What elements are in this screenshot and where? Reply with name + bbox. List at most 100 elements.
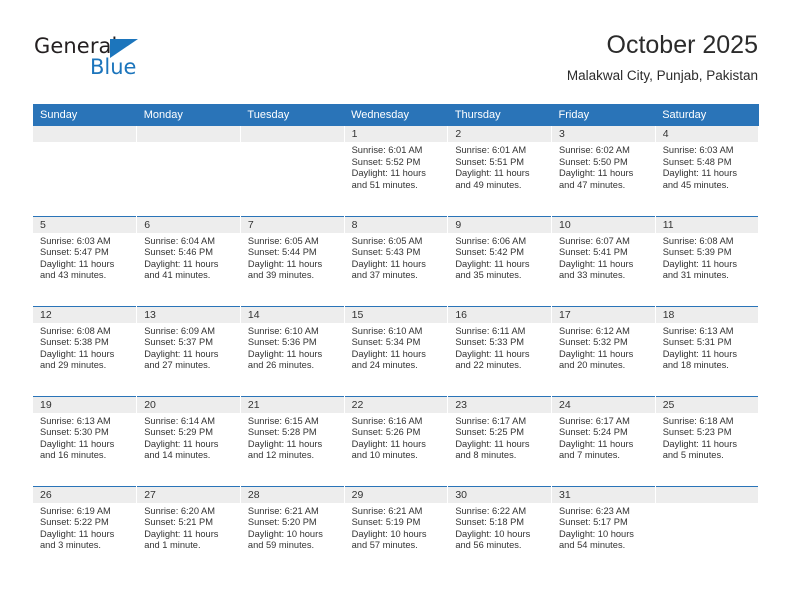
day-number [33,126,137,142]
daylight-text-line1: Daylight: 10 hours [559,528,634,539]
daylight-text-line2: and 31 minutes. [662,270,729,281]
day-cell[interactable]: 12 Sunrise: 6:08 AM Sunset: 5:38 PM Dayl… [33,305,138,396]
sunset-text: Sunset: 5:34 PM [351,337,421,348]
day-cell[interactable]: 22 Sunrise: 6:16 AM Sunset: 5:26 PM Dayl… [344,395,449,486]
day-number: 6 [137,216,240,233]
sunset-text: Sunset: 5:21 PM [144,517,213,528]
daylight-text-line2: and 7 minutes. [559,450,620,461]
day-cell[interactable]: 23 Sunrise: 6:17 AM Sunset: 5:25 PM Dayl… [447,395,553,486]
day-cell[interactable]: 28 Sunrise: 6:21 AM Sunset: 5:20 PM Dayl… [240,485,345,576]
day-cell[interactable]: 4 Sunrise: 6:03 AM Sunset: 5:48 PM Dayli… [655,126,760,216]
sunset-text: Sunset: 5:48 PM [662,156,732,167]
day-cell[interactable]: 5 Sunrise: 6:03 AM Sunset: 5:47 PM Dayli… [33,215,138,306]
day-cell[interactable]: 19 Sunrise: 6:13 AM Sunset: 5:30 PM Dayl… [33,395,138,486]
day-number: 30 [448,486,552,503]
day-cell[interactable]: 2 Sunrise: 6:01 AM Sunset: 5:51 PM Dayli… [447,126,553,216]
daylight-text-line1: Daylight: 11 hours [144,348,219,359]
day-cell[interactable]: 11 Sunrise: 6:08 AM Sunset: 5:39 PM Dayl… [655,215,760,306]
day-number: 7 [240,216,344,233]
daylight-text-line1: Daylight: 11 hours [351,348,426,359]
day-details: Sunrise: 6:09 AM Sunset: 5:37 PM Dayligh… [137,323,240,372]
weekday-header-tuesday: Tuesday [240,104,345,126]
day-cell[interactable]: 10 Sunrise: 6:07 AM Sunset: 5:41 PM Dayl… [551,215,656,306]
sunrise-text: Sunrise: 6:13 AM [40,415,111,426]
sunset-text: Sunset: 5:25 PM [455,427,525,438]
title-block: October 2025 Malakwal City, Punjab, Paki… [567,30,758,83]
sunset-text: Sunset: 5:50 PM [559,156,628,167]
day-details: Sunrise: 6:14 AM Sunset: 5:29 PM Dayligh… [137,413,240,462]
day-cell[interactable]: 31 Sunrise: 6:23 AM Sunset: 5:17 PM Dayl… [551,485,656,576]
day-number: 16 [448,306,552,323]
day-cell[interactable]: 30 Sunrise: 6:22 AM Sunset: 5:18 PM Dayl… [447,485,553,576]
day-number: 11 [655,216,759,233]
day-cell[interactable]: 13 Sunrise: 6:09 AM Sunset: 5:37 PM Dayl… [136,305,241,396]
sunset-text: Sunset: 5:32 PM [559,337,628,348]
daylight-text-line1: Daylight: 10 hours [247,528,323,539]
day-details: Sunrise: 6:21 AM Sunset: 5:19 PM Dayligh… [345,503,448,552]
day-cell[interactable]: 6 Sunrise: 6:04 AM Sunset: 5:46 PM Dayli… [136,215,241,306]
day-cell [240,126,345,216]
daylight-text-line1: Daylight: 11 hours [559,168,634,179]
day-cell[interactable]: 24 Sunrise: 6:17 AM Sunset: 5:24 PM Dayl… [551,395,656,486]
day-cell[interactable]: 9 Sunrise: 6:06 AM Sunset: 5:42 PM Dayli… [447,215,553,306]
daylight-text-line1: Daylight: 11 hours [455,348,530,359]
day-cell[interactable]: 20 Sunrise: 6:14 AM Sunset: 5:29 PM Dayl… [136,395,241,486]
day-number: 25 [655,396,759,413]
day-cell[interactable]: 17 Sunrise: 6:12 AM Sunset: 5:32 PM Dayl… [551,305,656,396]
day-cell[interactable]: 14 Sunrise: 6:10 AM Sunset: 5:36 PM Dayl… [240,305,345,396]
day-cell[interactable]: 8 Sunrise: 6:05 AM Sunset: 5:43 PM Dayli… [344,215,449,306]
day-details: Sunrise: 6:18 AM Sunset: 5:23 PM Dayligh… [656,413,759,462]
calendar-week-row: 26 Sunrise: 6:19 AM Sunset: 5:22 PM Dayl… [33,485,760,576]
day-details: Sunrise: 6:06 AM Sunset: 5:42 PM Dayligh… [448,233,551,282]
sunset-text: Sunset: 5:29 PM [144,427,213,438]
daylight-text-line1: Daylight: 11 hours [144,528,219,539]
daylight-text-line2: and 8 minutes. [455,450,517,461]
sunset-text: Sunset: 5:23 PM [662,427,732,438]
day-number [655,486,759,503]
sunrise-text: Sunrise: 6:21 AM [351,505,423,516]
day-details: Sunrise: 6:19 AM Sunset: 5:22 PM Dayligh… [33,503,136,552]
day-cell[interactable]: 15 Sunrise: 6:10 AM Sunset: 5:34 PM Dayl… [344,305,449,396]
day-cell[interactable]: 25 Sunrise: 6:18 AM Sunset: 5:23 PM Dayl… [655,395,760,486]
sunrise-text: Sunrise: 6:12 AM [559,325,630,336]
day-number: 29 [344,486,448,503]
daylight-text-line2: and 43 minutes. [40,270,107,281]
daylight-text-line1: Daylight: 11 hours [40,528,115,539]
daylight-text-line2: and 57 minutes. [351,540,418,551]
day-details: Sunrise: 6:12 AM Sunset: 5:32 PM Dayligh… [552,323,655,372]
daylight-text-line2: and 39 minutes. [247,270,315,281]
daylight-text-line2: and 20 minutes. [559,360,626,371]
day-number: 5 [33,216,137,233]
day-number [240,126,344,142]
calendar-page: General Blue October 2025 Malakwal City,… [0,0,792,612]
sunset-text: Sunset: 5:52 PM [351,156,421,167]
daylight-text-line2: and 51 minutes. [351,179,418,190]
day-cell[interactable]: 16 Sunrise: 6:11 AM Sunset: 5:33 PM Dayl… [447,305,553,396]
weekday-header-monday: Monday [136,104,241,126]
day-cell[interactable]: 7 Sunrise: 6:05 AM Sunset: 5:44 PM Dayli… [240,215,345,306]
day-cell[interactable]: 26 Sunrise: 6:19 AM Sunset: 5:22 PM Dayl… [33,485,138,576]
day-cell[interactable]: 27 Sunrise: 6:20 AM Sunset: 5:21 PM Dayl… [136,485,241,576]
day-cell[interactable]: 29 Sunrise: 6:21 AM Sunset: 5:19 PM Dayl… [344,485,449,576]
daylight-text-line1: Daylight: 11 hours [351,438,426,449]
day-number: 15 [344,306,448,323]
day-details: Sunrise: 6:03 AM Sunset: 5:47 PM Dayligh… [33,233,136,282]
daylight-text-line2: and 5 minutes. [662,450,724,461]
generalblue-logo[interactable]: General Blue [34,36,174,82]
daylight-text-line2: and 54 minutes. [559,540,626,551]
daylight-text-line1: Daylight: 11 hours [144,438,219,449]
sunrise-text: Sunrise: 6:17 AM [455,415,527,426]
daylight-text-line1: Daylight: 11 hours [144,258,219,269]
daylight-text-line1: Daylight: 11 hours [351,258,426,269]
day-cell[interactable]: 3 Sunrise: 6:02 AM Sunset: 5:50 PM Dayli… [551,126,656,216]
sunrise-text: Sunrise: 6:02 AM [559,145,630,155]
daylight-text-line2: and 37 minutes. [351,270,418,281]
daylight-text-line1: Daylight: 11 hours [40,438,115,449]
sunset-text: Sunset: 5:22 PM [40,517,109,528]
daylight-text-line2: and 18 minutes. [662,360,729,371]
day-cell[interactable]: 1 Sunrise: 6:01 AM Sunset: 5:52 PM Dayli… [344,126,449,216]
day-cell[interactable]: 18 Sunrise: 6:13 AM Sunset: 5:31 PM Dayl… [655,305,760,396]
daylight-text-line1: Daylight: 11 hours [40,258,115,269]
day-cell[interactable]: 21 Sunrise: 6:15 AM Sunset: 5:28 PM Dayl… [240,395,345,486]
daylight-text-line1: Daylight: 11 hours [351,168,426,179]
